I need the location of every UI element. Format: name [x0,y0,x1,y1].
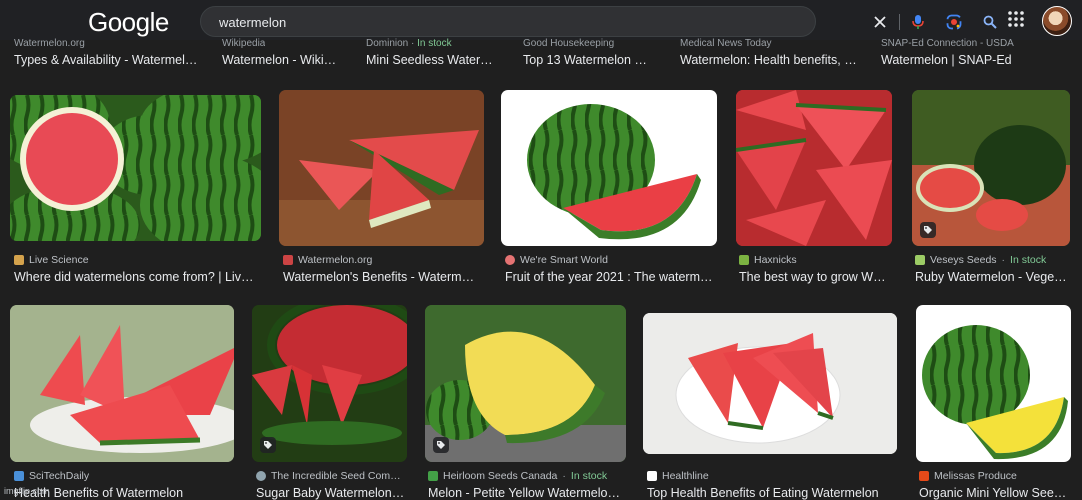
google-logo[interactable]: Google [88,7,169,38]
search-divider [899,14,900,30]
result-title[interactable]: Watermelon: Health benefits, … [680,53,860,67]
site-favicon [505,255,515,265]
result-image[interactable] [501,90,717,246]
result-title[interactable]: Watermelon | SNAP-Ed [881,53,1071,67]
search-box[interactable] [200,6,997,37]
site-favicon [14,471,24,481]
header-bar: Google [0,0,1082,40]
site-favicon [919,471,929,481]
site-favicon [283,255,293,265]
result-title[interactable]: Watermelon - Wiki… [222,53,352,67]
result-source[interactable]: Heirloom Seeds Canada · In stock [428,470,607,482]
result-source[interactable]: Live Science [14,254,89,266]
site-favicon [647,471,657,481]
result-source[interactable]: Melissas Produce [919,470,1017,482]
site-favicon [739,255,749,265]
result-title[interactable]: Watermelon's Benefits - Waterm… [283,270,478,284]
result-title[interactable]: Organic Mini Yellow See… [919,486,1071,500]
result-source[interactable]: SNAP-Ed Connection - USDA [881,38,1014,49]
result-image[interactable] [10,305,234,462]
search-icon[interactable] [981,13,999,31]
result-title[interactable]: Fruit of the year 2021 : The waterm… [505,270,717,284]
result-title[interactable]: Melon - Petite Yellow Watermelo… [428,486,624,500]
result-source[interactable]: Wikipedia [222,38,265,49]
product-tag-icon [433,437,449,453]
result-source[interactable]: Watermelon.org [283,254,372,266]
product-tag-icon [920,222,936,238]
result-source[interactable]: Healthline [647,470,709,482]
result-source[interactable]: Haxnicks [739,254,797,266]
result-title[interactable]: The best way to grow W… [739,270,889,284]
result-title[interactable]: Sugar Baby Watermelon… [256,486,406,500]
imgflip-watermark: imgflip.com [4,486,50,496]
result-image[interactable] [252,305,407,462]
result-image[interactable] [643,313,897,454]
search-input[interactable] [217,11,651,33]
result-source[interactable]: The Incredible Seed Com… [256,470,401,482]
result-image[interactable] [10,95,261,241]
result-title[interactable]: Types & Availability - Watermel… [14,53,204,67]
account-avatar[interactable] [1042,6,1072,36]
result-image[interactable] [425,305,626,462]
clear-icon[interactable] [871,13,889,31]
result-source[interactable]: Good Housekeeping [523,38,614,49]
result-title[interactable]: Ruby Watermelon - Vege… [915,270,1071,284]
site-favicon [915,255,925,265]
lens-camera-icon[interactable] [945,13,963,31]
product-tag-icon [260,437,276,453]
site-favicon [428,471,438,481]
microphone-icon[interactable] [909,13,927,31]
result-image[interactable] [736,90,892,246]
result-source[interactable]: Watermelon.org [14,38,85,49]
result-source[interactable]: Veseys Seeds · In stock [915,254,1046,266]
result-source[interactable]: Medical News Today [680,38,772,49]
result-title[interactable]: Mini Seedless Water… [366,53,496,67]
result-source[interactable]: Dominion · In stock [366,38,452,49]
site-favicon [14,255,24,265]
result-image[interactable] [912,90,1070,246]
result-image[interactable] [916,305,1071,462]
apps-grid-icon[interactable] [1008,11,1026,29]
result-title[interactable]: Top Health Benefits of Eating Watermelon [647,486,897,500]
result-source[interactable]: SciTechDaily [14,470,89,482]
result-title[interactable]: Top 13 Watermelon … [523,53,653,67]
result-source[interactable]: We're Smart World [505,254,608,266]
site-favicon [256,471,266,481]
result-image[interactable] [279,90,484,246]
result-title[interactable]: Where did watermelons come from? | Liv… [14,270,259,284]
